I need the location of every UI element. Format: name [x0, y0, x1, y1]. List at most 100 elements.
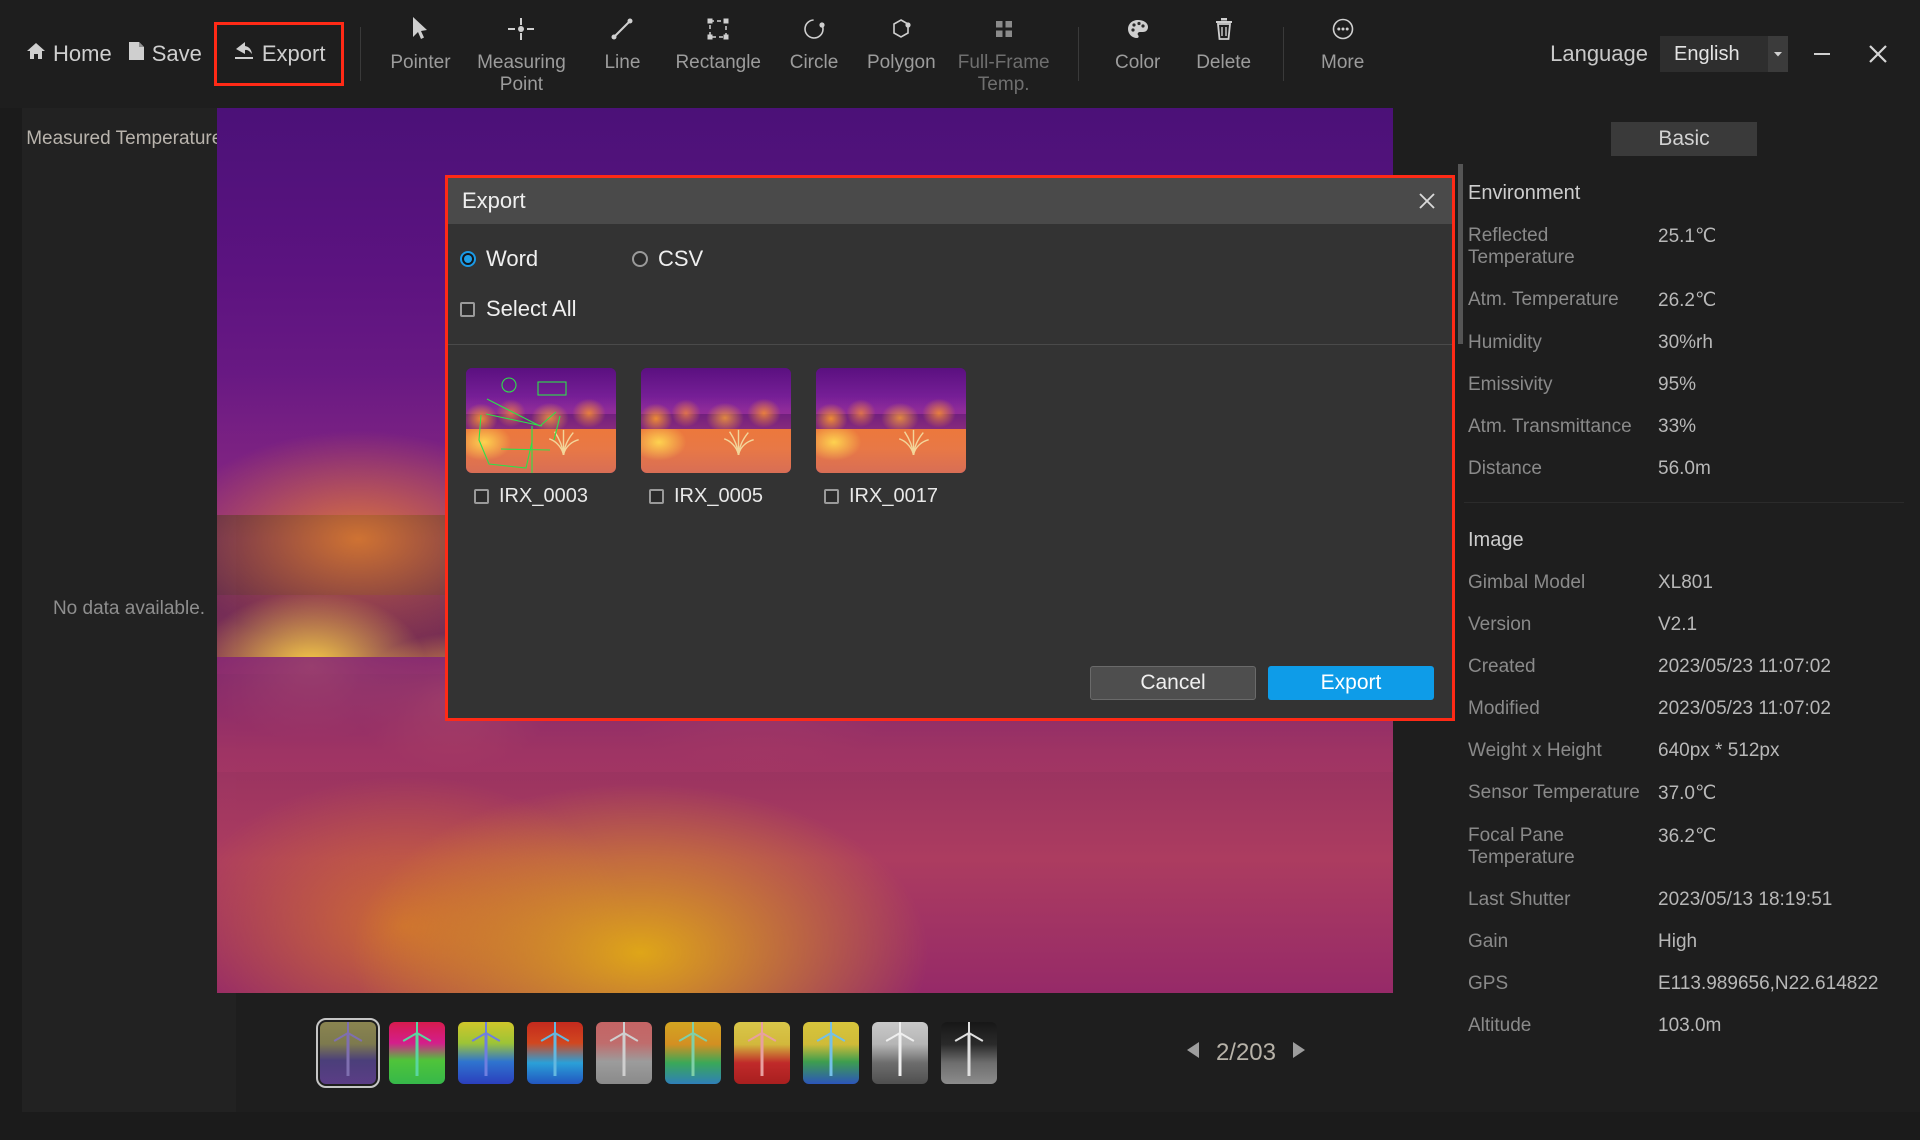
tool-line[interactable]: Line: [579, 12, 665, 74]
property-key: Focal Pane Temperature: [1468, 825, 1658, 869]
turbine-mast: [830, 1033, 833, 1076]
tool-delete-label: Delete: [1196, 52, 1251, 74]
palette-thumb-8[interactable]: [803, 1022, 859, 1084]
property-key: Sensor Temperature: [1468, 782, 1658, 805]
property-row: Emissivity95%: [1448, 374, 1920, 396]
tool-polygon[interactable]: Polygon: [857, 12, 946, 74]
image-pager: 2/203: [1184, 1039, 1308, 1067]
tool-full-frame-temp[interactable]: Full-Frame Temp.: [946, 12, 1062, 96]
radio-word[interactable]: Word: [460, 246, 632, 272]
export-dialog-title: Export: [462, 188, 526, 214]
export-dialog-titlebar: Export: [448, 178, 1452, 224]
palette-thumb-2[interactable]: [389, 1022, 445, 1084]
export-image-checkbox-row[interactable]: IRX_0003: [466, 485, 616, 508]
tool-measuring-point[interactable]: Measuring Point: [463, 12, 579, 96]
circle-icon: [801, 12, 827, 46]
more-tools-group: More: [1300, 0, 1386, 108]
property-row: Humidity30%rh: [1448, 332, 1920, 354]
edit-tools-group: Color Delete: [1095, 0, 1267, 108]
export-image-thumbnail[interactable]: [466, 368, 616, 473]
turbine-blade: [830, 1022, 832, 1033]
palette-thumb-6[interactable]: [665, 1022, 721, 1084]
export-image-checkbox-row[interactable]: IRX_0005: [641, 485, 791, 508]
property-row: Modified2023/05/23 11:07:02: [1448, 698, 1920, 720]
property-key: Reflected Temperature: [1468, 225, 1658, 269]
property-value: 36.2℃: [1658, 825, 1716, 869]
tool-pointer[interactable]: Pointer: [377, 12, 463, 74]
tab-basic[interactable]: Basic: [1611, 122, 1757, 156]
export-image-checkbox: [649, 489, 664, 504]
properties-scrollbar[interactable]: [1458, 164, 1463, 344]
tool-delete[interactable]: Delete: [1181, 12, 1267, 74]
palette-thumb-4[interactable]: [527, 1022, 583, 1084]
property-value: XL801: [1658, 572, 1713, 594]
minimize-button[interactable]: [1800, 32, 1844, 76]
tool-line-label: Line: [604, 52, 640, 74]
property-value: 2023/05/23 11:07:02: [1658, 698, 1831, 720]
property-row: Gimbal ModelXL801: [1448, 572, 1920, 594]
export-image-thumbnail[interactable]: [816, 368, 966, 473]
property-row: Last Shutter2023/05/13 18:19:51: [1448, 889, 1920, 911]
close-window-button[interactable]: [1856, 32, 1900, 76]
property-key: Distance: [1468, 458, 1658, 480]
turbine-blade: [762, 1032, 777, 1042]
turbine-blade: [693, 1032, 708, 1042]
prev-image-button[interactable]: [1184, 1039, 1202, 1067]
export-button[interactable]: Export: [214, 22, 345, 86]
property-row: Weight x Height640px * 512px: [1448, 740, 1920, 762]
property-value: 25.1℃: [1658, 225, 1716, 269]
tool-rectangle[interactable]: Rectangle: [665, 12, 771, 74]
property-key: Altitude: [1468, 1015, 1658, 1037]
turbine-mast: [899, 1033, 902, 1076]
property-row: Atm. Transmittance33%: [1448, 416, 1920, 438]
close-icon[interactable]: [1410, 184, 1444, 218]
palette-thumb-7[interactable]: [734, 1022, 790, 1084]
palette-thumb-1[interactable]: [320, 1022, 376, 1084]
turbine-blade: [899, 1022, 901, 1033]
export-image-checkbox-row[interactable]: IRX_0017: [816, 485, 966, 508]
property-row: Focal Pane Temperature36.2℃: [1448, 825, 1920, 869]
export-image-checkbox: [474, 489, 489, 504]
select-all-checkbox-box: [460, 302, 475, 317]
select-all-checkbox[interactable]: Select All: [448, 272, 1452, 322]
close-icon: [1865, 41, 1891, 67]
export-image-name: IRX_0017: [849, 485, 938, 508]
home-button[interactable]: Home: [18, 27, 120, 81]
trash-icon: [1212, 12, 1236, 46]
turbine-blade: [623, 1022, 625, 1033]
export-dialog-body: Word CSV Select All IRX_0003 IRX_0005 IRX_…: [448, 224, 1452, 718]
turbine-blade: [485, 1022, 487, 1033]
turbine-blade: [416, 1022, 418, 1033]
save-button[interactable]: Save: [120, 27, 210, 81]
export-confirm-button[interactable]: Export: [1268, 666, 1434, 700]
measured-temperatures-empty: No data available.: [22, 598, 236, 620]
property-row: Altitude103.0m: [1448, 1015, 1920, 1037]
export-image-name: IRX_0005: [674, 485, 763, 508]
export-image-thumbnail[interactable]: [641, 368, 791, 473]
turbine-mast: [347, 1033, 350, 1076]
property-value: 103.0m: [1658, 1015, 1721, 1037]
rectangle-icon: [705, 12, 731, 46]
tool-circle[interactable]: Circle: [771, 12, 857, 74]
palette-filmstrip: 2/203: [236, 993, 1448, 1112]
property-row: Distance56.0m: [1448, 458, 1920, 480]
next-image-button[interactable]: [1290, 1039, 1308, 1067]
properties-section-divider: [1464, 502, 1904, 503]
property-value: 33%: [1658, 416, 1696, 438]
palette-thumb-10[interactable]: [941, 1022, 997, 1084]
tool-color[interactable]: Color: [1095, 12, 1181, 74]
palette-thumb-9[interactable]: [872, 1022, 928, 1084]
radio-csv[interactable]: CSV: [632, 246, 703, 272]
palette-thumb-5[interactable]: [596, 1022, 652, 1084]
export-image-cell: IRX_0005: [641, 368, 791, 508]
palette-thumb-3[interactable]: [458, 1022, 514, 1084]
property-value: 26.2℃: [1658, 289, 1716, 312]
measuring-point-icon: [506, 12, 536, 46]
export-format-group: Word CSV: [448, 224, 1452, 272]
full-frame-temp-icon: [991, 12, 1017, 46]
tool-more[interactable]: More: [1300, 12, 1386, 74]
property-value: 30%rh: [1658, 332, 1713, 354]
radio-csv-indicator: [632, 251, 648, 267]
cancel-button[interactable]: Cancel: [1090, 666, 1256, 700]
language-select[interactable]: English: [1660, 36, 1788, 72]
